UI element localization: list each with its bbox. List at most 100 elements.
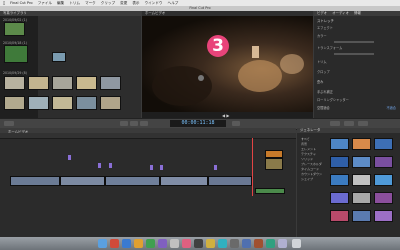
playhead[interactable] xyxy=(252,138,253,196)
inspector-slider[interactable] xyxy=(334,41,374,43)
clip-marker[interactable] xyxy=(98,163,101,168)
clip-thumbnail[interactable] xyxy=(100,96,121,110)
clip-thumbnail[interactable] xyxy=(28,96,49,110)
menu-clip[interactable]: クリップ xyxy=(101,1,115,6)
timeline-clip[interactable] xyxy=(10,176,60,186)
inspector-row[interactable]: カラー xyxy=(317,33,327,38)
generator-thumbnail[interactable] xyxy=(374,156,393,168)
clip-thumbnail[interactable] xyxy=(4,22,25,36)
app-icon[interactable] xyxy=(266,239,275,248)
tab-video[interactable]: ビデオ xyxy=(317,11,327,15)
clip-marker[interactable] xyxy=(68,155,71,160)
timeline-clip[interactable] xyxy=(60,176,105,186)
clip-thumbnail[interactable] xyxy=(4,76,25,90)
generator-thumbnail[interactable] xyxy=(352,174,371,186)
browser-category[interactable]: エレメント xyxy=(301,147,316,151)
tool-button[interactable] xyxy=(232,121,240,126)
browser-category[interactable]: シェイプ xyxy=(301,177,313,181)
app-icon[interactable] xyxy=(146,239,155,248)
browser-category[interactable]: 背景 xyxy=(301,142,307,146)
timeline-clip[interactable] xyxy=(160,176,208,186)
clip-thumbnail[interactable] xyxy=(52,76,73,90)
inspector-row[interactable]: ローリングシャッター xyxy=(317,97,349,102)
tool-button[interactable] xyxy=(140,121,148,126)
app-icon[interactable] xyxy=(134,239,143,248)
tool-button[interactable] xyxy=(344,121,354,126)
clip-thumbnail[interactable] xyxy=(52,52,66,62)
timeline-clip[interactable] xyxy=(105,176,160,186)
inspector-row[interactable]: トリム xyxy=(317,59,327,64)
inspector-slider[interactable] xyxy=(334,53,374,55)
menu-mark[interactable]: マーク xyxy=(85,1,96,6)
clip-marker[interactable] xyxy=(109,163,112,168)
app-icon[interactable] xyxy=(122,239,131,248)
menu-modify[interactable]: 変更 xyxy=(120,1,127,6)
apple-icon[interactable]:  xyxy=(3,1,5,5)
app-icon[interactable] xyxy=(242,239,251,248)
generator-thumbnail[interactable] xyxy=(374,138,393,150)
inspector-row[interactable]: 手ぶれ補正 xyxy=(317,89,333,94)
app-icon[interactable] xyxy=(230,239,239,248)
generator-thumbnail[interactable] xyxy=(330,156,349,168)
finder-icon[interactable] xyxy=(98,239,107,248)
generator-thumbnail[interactable] xyxy=(330,138,349,150)
menu-view[interactable]: 表示 xyxy=(132,1,139,6)
timeline-clip[interactable] xyxy=(208,176,252,186)
generator-thumbnail[interactable] xyxy=(352,210,371,222)
menu-app[interactable]: Final Cut Pro xyxy=(10,1,32,5)
app-icon[interactable] xyxy=(170,239,179,248)
tab-audio[interactable]: オーディオ xyxy=(332,11,349,15)
clip-marker[interactable] xyxy=(214,165,217,170)
tool-button[interactable] xyxy=(358,121,368,126)
generator-thumbnail[interactable] xyxy=(374,192,393,204)
clip-thumbnail[interactable] xyxy=(76,76,97,90)
menu-edit[interactable]: 編集 xyxy=(57,1,64,6)
import-button[interactable] xyxy=(4,121,14,126)
browser-category[interactable]: カウントダウン xyxy=(301,172,322,176)
app-icon[interactable] xyxy=(182,239,191,248)
generator-thumbnail[interactable] xyxy=(352,156,371,168)
clip-thumbnail[interactable] xyxy=(100,76,121,90)
viewer[interactable]: ホームビデオ ◀ ▶ xyxy=(142,11,313,118)
tool-button[interactable] xyxy=(130,121,138,126)
trash-icon[interactable] xyxy=(292,239,301,248)
generator-thumbnail[interactable] xyxy=(330,210,349,222)
menu-trim[interactable]: トリム xyxy=(69,1,80,6)
clip-thumbnail[interactable] xyxy=(52,96,73,110)
app-icon[interactable] xyxy=(254,239,263,248)
menu-help[interactable]: ヘルプ xyxy=(167,1,178,6)
timecode-display[interactable]: 00:00:11:18 xyxy=(170,120,226,127)
tool-button[interactable] xyxy=(330,121,340,126)
clip-thumbnail[interactable] xyxy=(4,96,25,110)
audio-clip[interactable] xyxy=(255,188,285,194)
browser-category[interactable]: タイムコード xyxy=(301,167,319,171)
app-icon[interactable] xyxy=(278,239,287,248)
clip-marker[interactable] xyxy=(160,165,163,170)
clip-thumbnail[interactable] xyxy=(76,96,97,110)
clip-thumbnail[interactable] xyxy=(28,76,49,90)
browser-category[interactable]: ソリッド xyxy=(301,157,313,161)
clip-marker[interactable] xyxy=(150,165,153,170)
app-icon[interactable] xyxy=(206,239,215,248)
generator-thumbnail[interactable] xyxy=(330,174,349,186)
menu-file[interactable]: ファイル xyxy=(38,1,52,6)
inspector-row[interactable]: エフェクト xyxy=(317,25,333,30)
inspector-row[interactable]: トランスフォーム xyxy=(317,45,342,50)
menu-window[interactable]: ウインドウ xyxy=(145,1,163,6)
spatial-conform-value[interactable]: 不適合 xyxy=(386,105,396,110)
browser-category[interactable]: プレースホルダ xyxy=(301,162,322,166)
tab-info[interactable]: 情報 xyxy=(354,11,361,15)
inspector-row[interactable]: 歪み xyxy=(317,79,323,84)
app-icon[interactable] xyxy=(194,239,203,248)
app-icon[interactable] xyxy=(218,239,227,248)
generator-thumbnail[interactable] xyxy=(374,210,393,222)
clip-thumbnail[interactable] xyxy=(4,45,28,63)
timeline-clip[interactable] xyxy=(265,150,283,158)
generator-thumbnail[interactable] xyxy=(352,192,371,204)
generator-thumbnail[interactable] xyxy=(330,192,349,204)
app-icon[interactable] xyxy=(110,239,119,248)
inspector-row[interactable]: 空間適合 xyxy=(317,105,330,110)
app-icon[interactable] xyxy=(158,239,167,248)
tool-button[interactable] xyxy=(120,121,128,126)
generator-thumbnail[interactable] xyxy=(374,174,393,186)
